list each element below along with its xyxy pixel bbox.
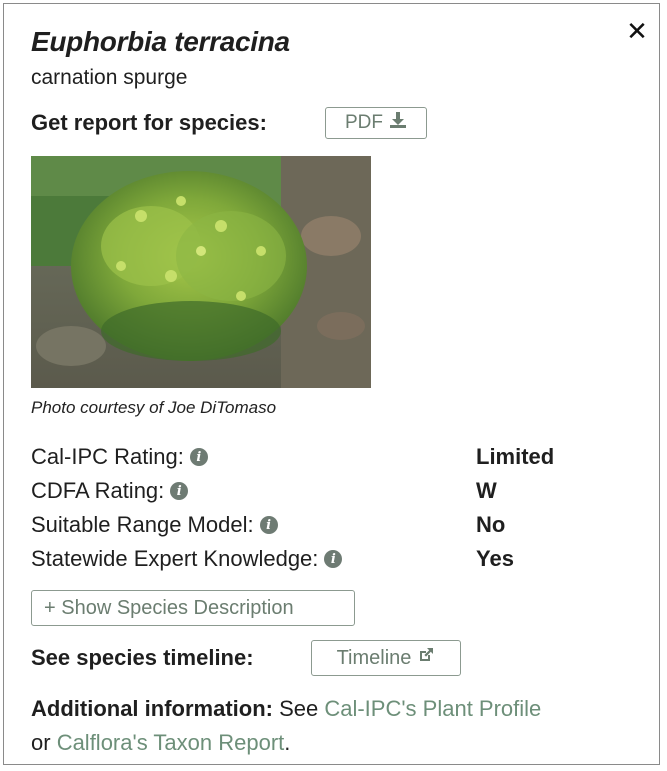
cal-ipc-plant-profile-link[interactable]: Cal-IPC's Plant Profile [324,696,541,721]
additional-text-see: See [272,696,325,721]
info-icon[interactable]: i [324,550,343,568]
rating-label: Suitable Range Model: i [31,512,278,538]
info-icon[interactable]: i [259,516,278,534]
rating-label: CDFA Rating: i [31,478,189,504]
rating-row-cdfa: CDFA Rating: i W [31,474,631,508]
rating-label: Cal-IPC Rating: i [31,444,208,470]
pdf-download-button[interactable]: PDF [325,107,427,139]
rating-label-text: Cal-IPC Rating: [31,444,184,469]
report-row: Get report for species: [31,106,267,140]
additional-text-or: or [31,730,57,755]
timeline-row: See species timeline: [31,640,254,676]
rating-row-cal-ipc: Cal-IPC Rating: i Limited [31,440,631,474]
common-name: carnation spurge [31,66,188,89]
timeline-button-label: Timeline [336,646,412,669]
close-button[interactable]: ✕ [625,17,649,47]
additional-label: Additional information: [31,696,273,721]
rating-value: Limited [476,444,555,469]
rating-row-suitable-range: Suitable Range Model: i No [31,508,631,542]
rating-label-text: Suitable Range Model: [31,512,254,537]
show-species-description-button[interactable]: + Show Species Description [31,590,355,626]
description-button-label: + Show Species Description [44,596,294,619]
species-photo [31,156,371,388]
rating-row-statewide-expert: Statewide Expert Knowledge: i Yes [31,542,631,576]
report-label: Get report for species: [31,110,267,135]
photo-caption: Photo courtesy of Joe DiTomaso [31,398,277,417]
download-icon [389,111,407,135]
timeline-button[interactable]: Timeline [311,640,461,676]
close-icon: ✕ [626,17,648,47]
ratings-list: Cal-IPC Rating: i Limited CDFA Rating: i… [31,440,631,576]
pdf-button-label: PDF [345,112,383,133]
info-icon[interactable]: i [170,482,189,500]
additional-information: Additional information: See Cal-IPC's Pl… [31,692,641,760]
info-icon[interactable]: i [189,448,208,466]
rating-value: Yes [476,546,514,571]
calflora-taxon-report-link[interactable]: Calflora's Taxon Report [57,730,285,755]
rating-label: Statewide Expert Knowledge: i [31,546,343,572]
scientific-name: Euphorbia terracina [31,26,290,57]
rating-label-text: CDFA Rating: [31,478,165,503]
rating-value: No [476,512,506,537]
rating-label-text: Statewide Expert Knowledge: [31,546,319,571]
additional-text-end: . [284,730,291,755]
external-link-icon [417,646,435,670]
species-panel: ✕ Euphorbia terracina carnation spurge G… [3,3,660,765]
rating-value: W [476,478,497,503]
timeline-label: See species timeline: [31,645,254,670]
